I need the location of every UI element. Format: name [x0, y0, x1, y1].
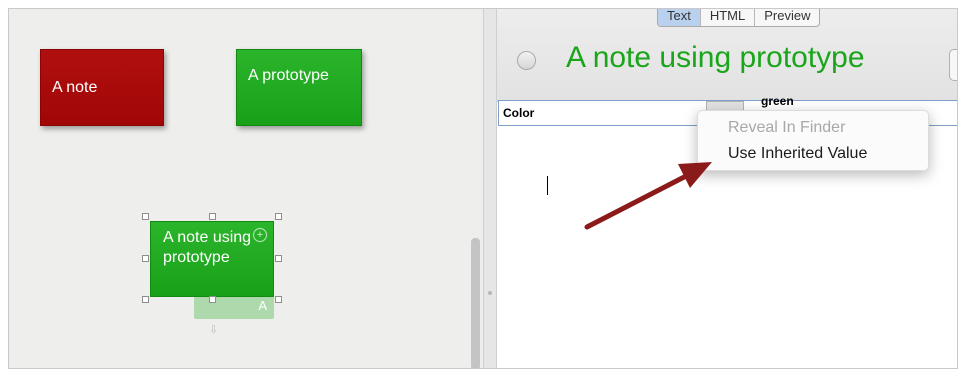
tab-preview[interactable]: Preview	[755, 9, 819, 26]
note-a-prototype[interactable]: A prototype	[236, 49, 362, 126]
splitter-grip-icon	[488, 291, 492, 295]
menu-item-reveal-in-finder: Reveal In Finder	[728, 119, 846, 136]
note-status-circle-icon[interactable]	[517, 51, 536, 70]
resize-handle-mr[interactable]	[275, 255, 282, 262]
resize-handle-tr[interactable]	[275, 213, 282, 220]
app-window: A note A prototype A A note using protot…	[8, 8, 958, 369]
resize-handle-bl[interactable]	[142, 296, 149, 303]
tab-text[interactable]: Text	[658, 9, 701, 26]
text-editor-pane: Text HTML Preview A note using prototype…	[497, 9, 957, 368]
note-label: A note	[52, 79, 98, 96]
menu-item-use-inherited-value[interactable]: Use Inherited Value	[728, 145, 867, 163]
note-a-note[interactable]: A note	[40, 49, 164, 126]
resize-handle-tl[interactable]	[142, 213, 149, 220]
tab-html[interactable]: HTML	[701, 9, 756, 26]
resize-handle-ml[interactable]	[142, 255, 149, 262]
resize-handle-bc[interactable]	[209, 296, 216, 303]
map-view[interactable]: A note A prototype A A note using protot…	[9, 9, 483, 368]
context-menu: Reveal In Finder Use Inherited Value	[697, 110, 929, 171]
attribute-name: Color	[503, 106, 535, 120]
editor-header: Text HTML Preview A note using prototype	[497, 9, 957, 102]
pane-splitter[interactable]	[483, 9, 497, 368]
drag-ghost-badge: A	[258, 298, 267, 313]
view-mode-selector[interactable]: Text HTML Preview	[657, 9, 821, 27]
note-label: A prototype	[248, 67, 329, 84]
resize-handle-br[interactable]	[275, 296, 282, 303]
header-edge-button[interactable]	[949, 49, 957, 81]
map-scrollbar-thumb[interactable]	[471, 238, 480, 368]
down-arrow-icon[interactable]: ⇩	[209, 325, 219, 336]
note-title[interactable]: A note using prototype	[566, 41, 865, 75]
note-label: A note using prototype	[163, 229, 252, 266]
text-cursor	[547, 176, 548, 195]
add-child-icon[interactable]: +	[253, 228, 267, 242]
attribute-value[interactable]: green	[761, 94, 794, 108]
resize-handle-tc[interactable]	[209, 213, 216, 220]
note-a-note-using-prototype[interactable]: A note using prototype +	[150, 221, 274, 297]
